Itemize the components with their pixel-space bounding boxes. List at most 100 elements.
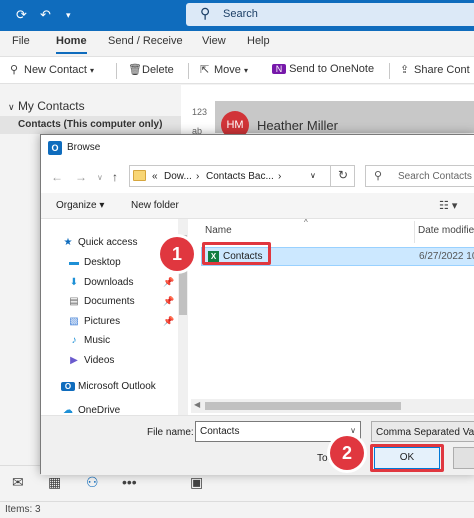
desktop-icon: ▬: [69, 257, 79, 268]
refresh-icon[interactable]: ↻: [330, 165, 355, 187]
nav-downloads[interactable]: ⬇ Downloads: [67, 277, 134, 288]
column-divider[interactable]: [414, 221, 415, 243]
search-box[interactable]: ⚲ Search: [186, 3, 474, 26]
file-type-value: Comma Separated Valu: [376, 427, 474, 438]
breadcrumb-downloads[interactable]: Dow...: [164, 171, 192, 182]
new-contact-label: New Contact: [24, 64, 87, 76]
view-options-icon[interactable]: ☷ ▾: [439, 199, 457, 212]
pin-icon[interactable]: 📌: [163, 277, 174, 288]
send-to-onenote-button[interactable]: N Send to OneNote: [272, 63, 374, 75]
chevron-right-icon: ›: [278, 171, 282, 182]
breadcrumb-contacts-backup[interactable]: Contacts Bac...: [206, 171, 274, 182]
up-icon[interactable]: ↑: [112, 170, 118, 184]
scrollbar-thumb[interactable]: [205, 402, 401, 410]
index-number[interactable]: 123: [192, 107, 207, 117]
search-icon: ⚲: [374, 170, 383, 182]
nav-microsoft-outlook[interactable]: O Microsoft Outlook: [61, 381, 156, 392]
forward-icon[interactable]: →: [75, 170, 87, 184]
column-date-modified[interactable]: Date modifie: [418, 225, 474, 236]
chevron-right-icon: ›: [196, 171, 200, 182]
step-callout-1: 1: [160, 237, 194, 271]
pin-icon[interactable]: 📌: [163, 296, 174, 307]
customize-chevron-icon[interactable]: ▾: [66, 7, 71, 23]
chevron-down-icon[interactable]: ∨: [350, 426, 356, 435]
move-button[interactable]: ⇱ Move ▾: [200, 63, 248, 76]
calendar-icon[interactable]: ▦: [48, 474, 61, 491]
menu-home[interactable]: Home: [56, 35, 87, 47]
cancel-button[interactable]: [453, 447, 474, 469]
contact-name[interactable]: Heather Miller: [257, 118, 338, 133]
nav-pictures[interactable]: ▧ Pictures: [67, 316, 120, 327]
delete-label: Delete: [142, 64, 174, 76]
address-bar[interactable]: « Dow... › Contacts Bac... › ∨: [129, 165, 355, 187]
dialog-footer: File name: ∨ Comma Separated Valu Too OK: [41, 415, 474, 475]
delete-button[interactable]: 🗑Delete: [128, 63, 174, 76]
file-name-input[interactable]: [196, 422, 360, 441]
nav-label: Downloads: [84, 277, 134, 288]
file-name-label: File name:: [147, 427, 194, 438]
outlook-icon: O: [61, 382, 75, 391]
my-contacts-header[interactable]: ∨ My Contacts: [8, 99, 85, 113]
folder-item-contacts[interactable]: Contacts (This computer only): [0, 116, 181, 134]
ribbon: ⚲ New Contact ▾ 🗑Delete ⇱ Move ▾ N Send to…: [0, 56, 474, 84]
share-icon: ⇪: [400, 64, 410, 76]
cloud-icon: ☁: [63, 405, 73, 415]
divider: [389, 63, 390, 79]
dialog-toolbar: Organize ▾ New folder ☷ ▾: [41, 193, 474, 219]
share-contacts-button[interactable]: ⇪ Share Cont: [400, 63, 470, 76]
nav-label: Quick access: [78, 237, 138, 248]
chevron-down-icon[interactable]: ∨: [310, 171, 316, 180]
contact-card[interactable]: [215, 101, 474, 133]
sync-icon[interactable]: ⟳: [16, 7, 27, 23]
nav-label: OneDrive: [78, 405, 121, 415]
trash-icon: 🗑: [128, 64, 142, 76]
pin-icon[interactable]: 📌: [163, 316, 174, 327]
menu-file[interactable]: File: [12, 35, 30, 47]
mail-icon[interactable]: ✉: [12, 474, 24, 491]
menu-help[interactable]: Help: [247, 35, 270, 47]
chevron-down-icon: ▾: [243, 66, 248, 75]
picture-icon: ▧: [69, 316, 79, 327]
nav-label: Desktop: [84, 257, 121, 268]
undo-icon[interactable]: ↶: [40, 7, 51, 23]
nav-label: Videos: [84, 355, 115, 366]
move-icon: ⇱: [200, 64, 210, 76]
new-contact-button[interactable]: ⚲ New Contact ▾: [10, 63, 94, 76]
nav-onedrive[interactable]: ☁ OneDrive: [61, 405, 120, 415]
more-icon[interactable]: •••: [122, 474, 137, 490]
divider: [116, 63, 117, 79]
new-folder-button[interactable]: New folder: [131, 200, 179, 211]
document-icon: ▤: [69, 296, 79, 307]
music-icon: ♪: [71, 335, 77, 346]
nav-label: Microsoft Outlook: [78, 381, 156, 392]
new-contact-icon: ⚲: [10, 64, 19, 76]
scroll-left-icon[interactable]: ◀: [194, 400, 200, 409]
back-icon[interactable]: ←: [51, 170, 63, 184]
folder-item-label: Contacts (This computer only): [18, 119, 163, 130]
column-name[interactable]: Name: [205, 225, 232, 236]
nav-label: Documents: [84, 296, 135, 307]
organize-button[interactable]: Organize ▾: [56, 200, 104, 211]
file-type-select[interactable]: Comma Separated Valu: [371, 421, 474, 442]
people-icon[interactable]: ⚇: [86, 474, 99, 491]
ok-highlight: [370, 444, 444, 472]
path-prefix: «: [152, 171, 158, 182]
nav-desktop[interactable]: ▬ Desktop: [67, 257, 121, 268]
move-label: Move: [214, 64, 241, 76]
nav-quick-access[interactable]: ★ Quick access: [61, 237, 138, 248]
menu-view[interactable]: View: [202, 35, 226, 47]
step-callout-2: 2: [330, 436, 364, 470]
nav-music[interactable]: ♪ Music: [67, 335, 111, 346]
nav-videos[interactable]: ▶ Videos: [67, 355, 114, 366]
contact-card-icon[interactable]: ▣: [190, 474, 203, 491]
recent-chevron-icon[interactable]: ∨: [97, 173, 103, 182]
folder-search-input[interactable]: ⚲ Search Contacts B: [365, 165, 474, 187]
video-icon: ▶: [70, 355, 78, 366]
file-list-hscrollbar[interactable]: ◀: [191, 399, 474, 413]
title-bar: ⟳ ↶ ▾ ⚲ Search: [0, 0, 474, 31]
outlook-icon: O: [48, 141, 62, 155]
nav-documents[interactable]: ▤ Documents: [67, 296, 135, 307]
menu-send-receive[interactable]: Send / Receive: [108, 35, 183, 47]
folder-icon: [133, 170, 146, 181]
share-contacts-label: Share Cont: [414, 64, 470, 76]
